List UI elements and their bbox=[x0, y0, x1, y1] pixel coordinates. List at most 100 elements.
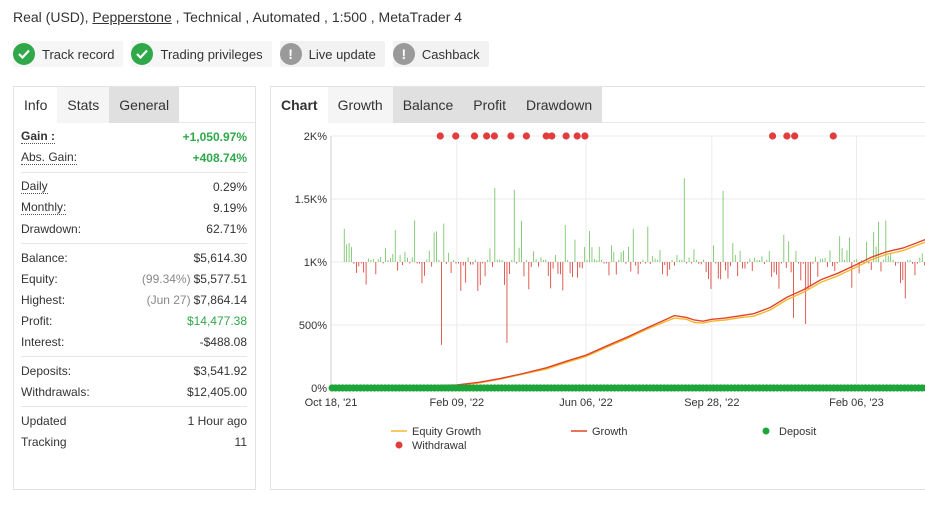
stats-list: Gain : +1,050.97% Abs. Gain: +408.74% Da… bbox=[14, 123, 255, 456]
equity-label: Equity: bbox=[21, 271, 58, 286]
x-tick-label: Jun 06, '22 bbox=[559, 397, 612, 409]
equity-value-wrap: (99.34%) $5,577.51 bbox=[142, 272, 247, 286]
stat-row-balance: Balance: $5,614.30 bbox=[21, 247, 247, 268]
tracking-label: Tracking bbox=[21, 434, 67, 449]
highest-value: $7,864.14 bbox=[193, 292, 247, 307]
legend-swatch bbox=[762, 427, 770, 435]
check-circle-icon bbox=[13, 43, 35, 65]
withdrawal-marker bbox=[548, 132, 556, 140]
badge-live-update[interactable]: ! Live update bbox=[279, 41, 385, 67]
deposits-value: $3,541.92 bbox=[193, 363, 247, 378]
x-tick-label: Oct 18, '21 bbox=[305, 397, 358, 409]
badge-label: Track record bbox=[42, 46, 115, 62]
withdrawal-marker bbox=[436, 132, 444, 140]
interest-value: -$488.08 bbox=[199, 334, 247, 349]
badge-track-record[interactable]: Track record bbox=[13, 41, 124, 67]
exclamation-circle-icon: ! bbox=[279, 43, 302, 65]
broker-link[interactable]: Pepperstone bbox=[92, 9, 171, 25]
abs-gain-label[interactable]: Abs. Gain: bbox=[21, 150, 78, 165]
gain-group: Gain : +1,050.97% Abs. Gain: +408.74% bbox=[21, 123, 247, 173]
monthly-value: 9.19% bbox=[212, 200, 247, 215]
tab-balance[interactable]: Balance bbox=[392, 87, 464, 123]
highest-value-wrap: (Jun 27) $7,864.14 bbox=[147, 293, 247, 307]
tab-drawdown[interactable]: Drawdown bbox=[515, 87, 603, 123]
gain-label[interactable]: Gain : bbox=[21, 129, 56, 144]
legend-label: Deposit bbox=[779, 426, 816, 438]
stat-row-deposits: Deposits: $3,541.92 bbox=[21, 360, 247, 381]
balance-label: Balance: bbox=[21, 250, 68, 265]
stat-row-highest: Highest: (Jun 27) $7,864.14 bbox=[21, 289, 247, 310]
x-tick-label: Feb 06, '23 bbox=[829, 397, 884, 409]
stat-row-withdrawals: Withdrawals: $12,405.00 bbox=[21, 381, 247, 402]
updated-value: 1 Hour ago bbox=[187, 413, 247, 428]
withdrawal-marker bbox=[452, 132, 460, 140]
x-tick-label: Sep 28, '22 bbox=[684, 397, 739, 409]
chart-panel: Chart Growth Balance Profit Drawdown 0% 5… bbox=[270, 86, 925, 490]
equity-growth-line bbox=[330, 241, 925, 389]
stat-row-tracking: Tracking 11 bbox=[21, 431, 247, 452]
tab-stats[interactable]: Stats bbox=[57, 87, 110, 123]
account-group: Balance: $5,614.30 Equity: (99.34%) $5,57… bbox=[21, 244, 247, 357]
monthly-label[interactable]: Monthly: bbox=[21, 200, 67, 215]
account-suffix: , Technical , Automated , 1:500 , MetaTr… bbox=[171, 9, 463, 25]
y-tick-label: 1K% bbox=[304, 257, 327, 269]
withdrawal-marker bbox=[483, 132, 491, 140]
tab-chart[interactable]: Chart bbox=[271, 87, 328, 123]
stat-row-drawdown: Drawdown: 62.71% bbox=[21, 218, 247, 239]
deposits-label: Deposits: bbox=[21, 363, 72, 378]
tab-info[interactable]: Info bbox=[14, 87, 58, 123]
funds-group: Deposits: $3,541.92 Withdrawals: $12,405… bbox=[21, 357, 247, 407]
gain-value: +1,050.97% bbox=[182, 129, 247, 144]
tab-general[interactable]: General bbox=[109, 87, 180, 123]
profit-value: $14,477.38 bbox=[186, 313, 247, 328]
stat-row-profit: Profit: $14,477.38 bbox=[21, 310, 247, 331]
tab-growth[interactable]: Growth bbox=[327, 87, 393, 123]
rate-group: Daily 0.29% Monthly: 9.19% Drawdown: 62.… bbox=[21, 173, 247, 244]
daily-value: 0.29% bbox=[212, 179, 247, 194]
balance-value: $5,614.30 bbox=[193, 250, 247, 265]
stat-row-equity: Equity: (99.34%) $5,577.51 bbox=[21, 268, 247, 289]
drawdown-value: 62.71% bbox=[206, 221, 247, 236]
verification-badges: Track record Trading privileges ! Live u… bbox=[13, 41, 489, 67]
withdrawal-marker bbox=[470, 132, 479, 140]
badge-cashback[interactable]: ! Cashback bbox=[392, 41, 489, 67]
withdrawal-marker bbox=[507, 132, 515, 140]
y-tick-label: 2K% bbox=[304, 131, 327, 143]
withdrawal-marker bbox=[490, 132, 498, 140]
tab-profit[interactable]: Profit bbox=[463, 87, 516, 123]
stats-tabs: Info Stats General bbox=[14, 87, 255, 123]
profit-label: Profit: bbox=[21, 313, 53, 328]
badge-trading-privileges[interactable]: Trading privileges bbox=[131, 41, 272, 67]
equity-note: (99.34%) bbox=[141, 271, 191, 286]
badge-label: Cashback bbox=[421, 46, 480, 62]
y-tick-label: 1.5K% bbox=[295, 194, 328, 206]
badge-label: Trading privileges bbox=[160, 46, 263, 62]
daily-label[interactable]: Daily bbox=[21, 179, 48, 194]
badge-label: Live update bbox=[308, 46, 376, 62]
interest-label: Interest: bbox=[21, 334, 65, 349]
withdrawal-marker bbox=[768, 132, 777, 140]
stats-panel: Info Stats General Gain : +1,050.97% Abs… bbox=[13, 86, 256, 490]
stat-row-abs-gain: Abs. Gain: +408.74% bbox=[21, 147, 247, 168]
withdrawal-marker bbox=[581, 132, 589, 140]
tracking-value: 11 bbox=[234, 434, 247, 449]
withdrawals-label: Withdrawals: bbox=[21, 384, 90, 399]
withdrawal-marker bbox=[562, 132, 570, 140]
stat-row-updated: Updated 1 Hour ago bbox=[21, 410, 247, 431]
highest-note: (Jun 27) bbox=[146, 292, 191, 307]
x-tick-label: Feb 09, '22 bbox=[429, 397, 484, 409]
equity-value: $5,577.51 bbox=[193, 271, 247, 286]
legend-label: Growth bbox=[592, 426, 627, 438]
withdrawals-value: $12,405.00 bbox=[186, 384, 247, 399]
growth-chart[interactable]: 0% 500% 1K% 1.5K% 2K% Oct 18, '21 Feb 09, '22 J… bbox=[271, 124, 925, 490]
account-prefix: Real (USD), bbox=[13, 9, 93, 25]
stat-row-interest: Interest: -$488.08 bbox=[21, 331, 247, 352]
stat-row-daily: Daily 0.29% bbox=[21, 176, 247, 197]
withdrawal-marker bbox=[573, 132, 581, 140]
stat-row-monthly: Monthly: 9.19% bbox=[21, 197, 247, 218]
withdrawal-marker bbox=[783, 132, 791, 140]
exclamation-circle-icon: ! bbox=[392, 43, 415, 65]
legend-label: Withdrawal bbox=[412, 440, 466, 452]
abs-gain-value: +408.74% bbox=[192, 150, 247, 165]
check-circle-icon bbox=[131, 43, 154, 65]
